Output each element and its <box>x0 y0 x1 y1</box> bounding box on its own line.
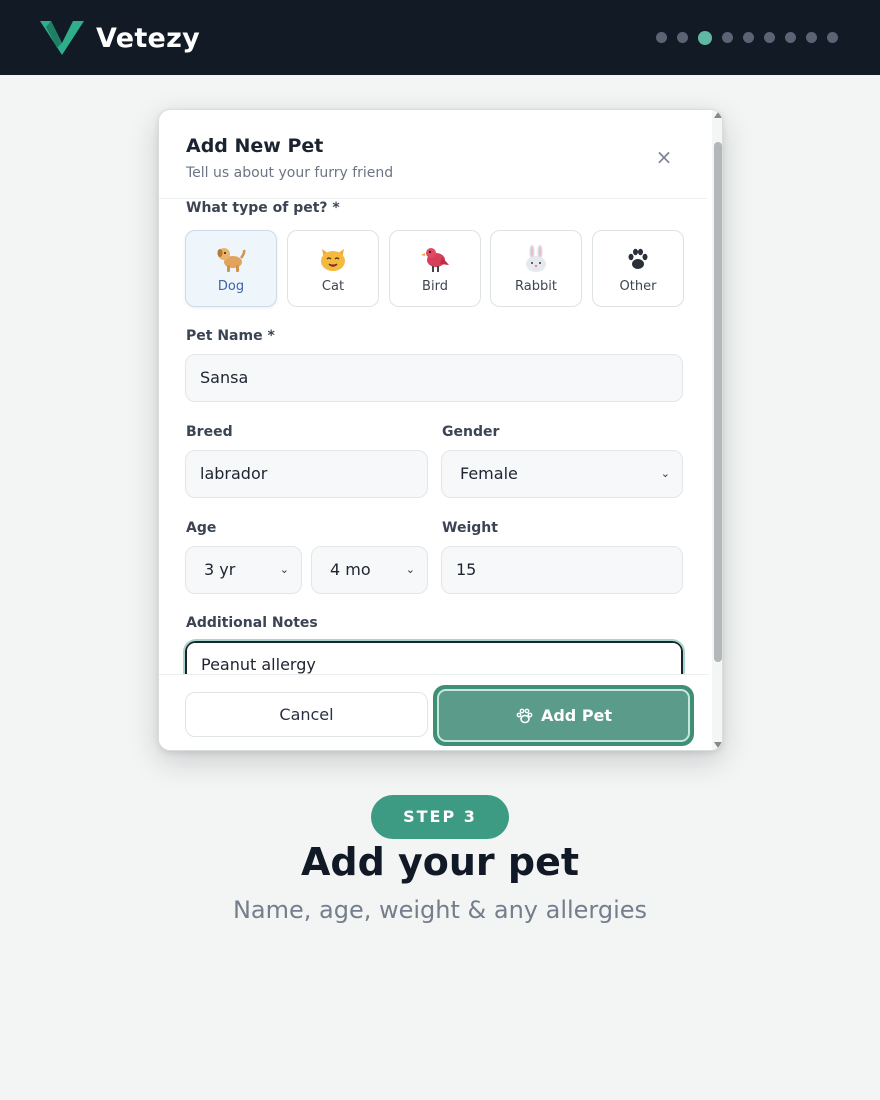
pet-type-dog[interactable]: Dog <box>185 230 277 307</box>
breed-label: Breed <box>186 424 233 440</box>
modal-footer: Cancel Add Pet <box>159 674 709 750</box>
breed-input[interactable]: labrador <box>185 450 428 498</box>
gender-label: Gender <box>442 424 500 440</box>
pet-name-label: Pet Name * <box>186 328 275 344</box>
modal-subtitle: Tell us about your furry friend <box>186 165 394 181</box>
pet-type-other[interactable]: Other <box>592 230 684 307</box>
bird-icon <box>421 248 449 272</box>
scroll-down-icon[interactable] <box>714 742 722 748</box>
progress-dot <box>827 32 838 43</box>
progress-dot <box>743 32 754 43</box>
modal-scrollbar[interactable] <box>712 110 722 750</box>
age-years-select[interactable]: 3 yr ⌄ <box>185 546 302 594</box>
age-months-select[interactable]: 4 mo ⌄ <box>311 546 428 594</box>
step-badge: STEP 3 <box>371 795 509 839</box>
chevron-down-icon: ⌄ <box>660 467 670 480</box>
age-years-value: 3 yr <box>204 560 236 579</box>
progress-dot <box>785 32 796 43</box>
add-pet-modal: Add New Pet Tell us about your furry fri… <box>158 109 723 751</box>
age-months-value: 4 mo <box>330 560 371 579</box>
dog-icon <box>217 248 246 272</box>
brand[interactable]: Vetezy <box>38 18 200 58</box>
brand-name: Vetezy <box>96 22 201 54</box>
modal-header: Add New Pet Tell us about your furry fri… <box>186 135 393 181</box>
pet-name-input[interactable]: Sansa <box>185 354 683 402</box>
pet-type-label-cat: Cat <box>321 279 345 294</box>
chevron-down-icon: ⌄ <box>405 563 415 576</box>
step-subtitle: Name, age, weight & any allergies <box>232 896 648 924</box>
cat-icon <box>321 249 345 271</box>
gender-select[interactable]: Female ⌄ <box>441 450 683 498</box>
vetezy-logo-icon <box>40 21 84 55</box>
top-bar: Vetezy <box>0 0 880 75</box>
notes-value: Peanut allergy <box>201 655 316 674</box>
step-title: Add your pet <box>300 840 580 884</box>
pet-type-label-rabbit: Rabbit <box>515 279 557 294</box>
pet-type-label-dog: Dog <box>217 279 245 294</box>
add-pet-button[interactable]: Add Pet <box>433 685 694 746</box>
progress-dot-active <box>698 30 712 45</box>
paw-icon <box>516 708 533 723</box>
gender-value: Female <box>460 464 518 483</box>
progress-dot <box>722 32 733 43</box>
age-label: Age <box>186 520 217 536</box>
pet-type-rabbit[interactable]: Rabbit <box>490 230 582 307</box>
progress-dot <box>806 32 817 43</box>
modal-title: Add New Pet <box>186 135 324 157</box>
paw-icon <box>628 248 648 269</box>
header-divider <box>159 198 707 199</box>
scroll-up-icon[interactable] <box>714 112 722 118</box>
chevron-down-icon: ⌄ <box>279 563 289 576</box>
pet-type-bird[interactable]: Bird <box>389 230 481 307</box>
pet-type-cat[interactable]: Cat <box>287 230 379 307</box>
rabbit-icon <box>526 245 546 272</box>
close-icon[interactable]: × <box>653 146 675 168</box>
pet-type-label-other: Other <box>619 279 657 294</box>
add-pet-label: Add Pet <box>540 706 613 725</box>
progress-dots <box>656 30 838 45</box>
progress-dot <box>656 32 667 43</box>
scroll-thumb[interactable] <box>714 142 722 662</box>
pet-type-label: What type of pet? * <box>186 200 340 216</box>
pet-type-label-bird: Bird <box>422 279 448 294</box>
progress-dot <box>677 32 688 43</box>
notes-label: Additional Notes <box>186 615 318 631</box>
add-pet-button-inner: Add Pet <box>437 689 690 742</box>
weight-input[interactable]: 15 <box>441 546 683 594</box>
progress-dot <box>764 32 775 43</box>
cancel-button[interactable]: Cancel <box>185 692 428 737</box>
weight-label: Weight <box>442 520 498 536</box>
